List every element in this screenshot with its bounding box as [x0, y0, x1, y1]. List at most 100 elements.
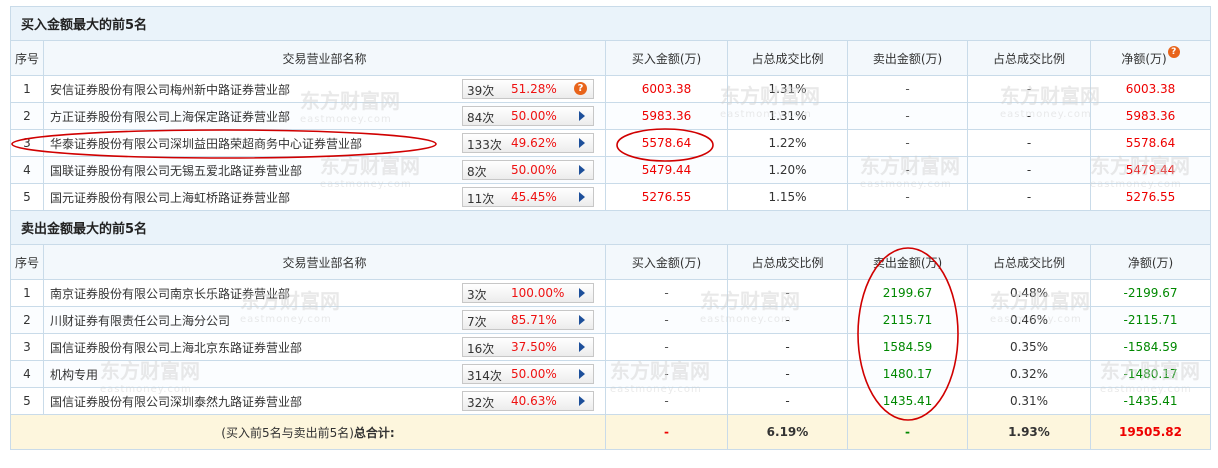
buy-amount: - — [605, 360, 728, 388]
arrow-right-icon[interactable] — [579, 315, 585, 325]
net-amount: -2115.71 — [1090, 306, 1211, 334]
table-row: 1 南京证券股份有限公司南京长乐路证券营业部 3次 100.00% - -2199.67 0… — [10, 279, 1211, 307]
row-seq: 4 — [10, 156, 44, 184]
arrow-right-icon[interactable] — [579, 342, 585, 352]
question-icon[interactable]: ? — [574, 82, 587, 95]
trade-count: 84次 — [467, 111, 495, 125]
header-net: 净额(万)? — [1090, 40, 1211, 76]
total-label: (买入前5名与卖出前5名)总合计: — [10, 414, 606, 450]
table-row: 4 国联证券股份有限公司无锡五爱北路证券营业部 8次 50.00% 5479.44 1.2… — [10, 156, 1211, 184]
net-amount: -1480.17 — [1090, 360, 1211, 388]
win-rate: 100.00% — [511, 286, 565, 300]
broker-cell: 安信证券股份有限公司梅州新中路证券营业部 39次 51.28%? — [43, 75, 606, 103]
row-seq: 5 — [10, 183, 44, 211]
broker-name[interactable]: 华泰证券股份有限公司深圳益田路荣超商务中心证券营业部 — [50, 135, 362, 152]
trade-stats-badge[interactable]: 8次 50.00% — [462, 160, 594, 180]
net-amount: -2199.67 — [1090, 279, 1211, 307]
trade-count: 32次 — [467, 396, 495, 410]
buy-ratio: - — [727, 333, 848, 361]
net-amount: 5983.36 — [1090, 102, 1211, 130]
trade-count: 8次 — [467, 165, 487, 179]
broker-cell: 国元证券股份有限公司上海虹桥路证券营业部 11次 45.45% — [43, 183, 606, 211]
table-row: 3 国信证券股份有限公司上海北京东路证券营业部 16次 37.50% - -1584.59… — [10, 333, 1211, 361]
sell-amount: 1584.59 — [847, 333, 968, 361]
win-rate: 50.00% — [511, 367, 557, 381]
arrow-right-icon[interactable] — [579, 165, 585, 175]
broker-name[interactable]: 国信证券股份有限公司深圳泰然九路证券营业部 — [50, 393, 302, 410]
total-label-prefix: (买入前5名与卖出前5名) — [221, 425, 354, 440]
header-sell: 卖出金额(万) — [847, 40, 968, 76]
net-amount: 6003.38 — [1090, 75, 1211, 103]
trade-count: 39次 — [467, 84, 495, 98]
total-net: 19505.82 — [1090, 414, 1211, 450]
sell-amount: - — [847, 75, 968, 103]
trade-stats-badge[interactable]: 7次 85.71% — [462, 310, 594, 330]
buy-amount: 5983.36 — [605, 102, 728, 130]
win-rate: 51.28% — [511, 82, 557, 96]
total-label-bold: 总合计: — [353, 425, 395, 440]
buy-ratio: 1.22% — [727, 129, 848, 157]
broker-name[interactable]: 国联证券股份有限公司无锡五爱北路证券营业部 — [50, 162, 302, 179]
win-rate: 50.00% — [511, 109, 557, 123]
broker-name[interactable]: 国信证券股份有限公司上海北京东路证券营业部 — [50, 339, 302, 356]
broker-cell: 国信证券股份有限公司上海北京东路证券营业部 16次 37.50% — [43, 333, 606, 361]
buy-ratio: 1.15% — [727, 183, 848, 211]
header-seq: 序号 — [10, 40, 44, 76]
buy-amount: 5479.44 — [605, 156, 728, 184]
row-seq: 3 — [10, 333, 44, 361]
sell-ratio: - — [967, 75, 1091, 103]
buy-amount: - — [605, 387, 728, 415]
arrow-right-icon[interactable] — [579, 369, 585, 379]
trade-stats-badge[interactable]: 314次 50.00% — [462, 364, 594, 384]
win-rate: 85.71% — [511, 313, 557, 327]
sell-section-title: 卖出金额最大的前5名 — [10, 210, 1211, 245]
broker-name[interactable]: 南京证券股份有限公司南京长乐路证券营业部 — [50, 285, 290, 302]
trade-stats-badge[interactable]: 32次 40.63% — [462, 391, 594, 411]
row-seq: 5 — [10, 387, 44, 415]
row-seq: 4 — [10, 360, 44, 388]
arrow-right-icon[interactable] — [579, 192, 585, 202]
sell-amount: 1480.17 — [847, 360, 968, 388]
trade-stats-badge[interactable]: 3次 100.00% — [462, 283, 594, 303]
trade-count: 3次 — [467, 288, 487, 302]
broker-name[interactable]: 机构专用 — [50, 366, 98, 383]
buy-amount: 6003.38 — [605, 75, 728, 103]
arrow-right-icon[interactable] — [579, 288, 585, 298]
buy-amount: 5276.55 — [605, 183, 728, 211]
trade-stats-badge[interactable]: 16次 37.50% — [462, 337, 594, 357]
row-seq: 1 — [10, 75, 44, 103]
buy-ratio: - — [727, 387, 848, 415]
buy-ratio: 1.20% — [727, 156, 848, 184]
header-sell: 卖出金额(万) — [847, 244, 968, 280]
broker-cell: 川财证券有限责任公司上海分公司 7次 85.71% — [43, 306, 606, 334]
broker-name[interactable]: 川财证券有限责任公司上海分公司 — [50, 312, 230, 329]
broker-cell: 国信证券股份有限公司深圳泰然九路证券营业部 32次 40.63% — [43, 387, 606, 415]
broker-name[interactable]: 方正证券股份有限公司上海保定路证券营业部 — [50, 108, 290, 125]
broker-cell: 华泰证券股份有限公司深圳益田路荣超商务中心证券营业部 133次 49.62% — [43, 129, 606, 157]
buy-ratio: - — [727, 360, 848, 388]
sell-ratio: - — [967, 129, 1091, 157]
table-row: 2 川财证券有限责任公司上海分公司 7次 85.71% - -2115.71 0.46% -2… — [10, 306, 1211, 334]
arrow-right-icon[interactable] — [579, 396, 585, 406]
arrow-right-icon[interactable] — [579, 111, 585, 121]
buy-amount: - — [605, 279, 728, 307]
total-buy: - — [605, 414, 728, 450]
dragon-tiger-table: 买入金额最大的前5名 序号 交易营业部名称 买入金额(万) 占总成交比例 卖出金… — [10, 6, 1211, 450]
net-amount: -1435.41 — [1090, 387, 1211, 415]
win-rate: 50.00% — [511, 163, 557, 177]
header-buy-ratio: 占总成交比例 — [727, 244, 848, 280]
trade-stats-badge[interactable]: 133次 49.62% — [462, 133, 594, 153]
row-seq: 2 — [10, 306, 44, 334]
broker-name[interactable]: 安信证券股份有限公司梅州新中路证券营业部 — [50, 81, 290, 98]
sell-amount: 1435.41 — [847, 387, 968, 415]
trade-stats-badge[interactable]: 11次 45.45% — [462, 187, 594, 207]
arrow-right-icon[interactable] — [579, 138, 585, 148]
broker-name[interactable]: 国元证券股份有限公司上海虹桥路证券营业部 — [50, 189, 290, 206]
header-net-label: 净额(万) — [1121, 51, 1167, 66]
help-icon[interactable]: ? — [1167, 45, 1180, 58]
net-amount: -1584.59 — [1090, 333, 1211, 361]
sell-amount: 2115.71 — [847, 306, 968, 334]
row-seq: 2 — [10, 102, 44, 130]
trade-stats-badge[interactable]: 84次 50.00% — [462, 106, 594, 126]
trade-stats-badge[interactable]: 39次 51.28%? — [462, 79, 594, 99]
